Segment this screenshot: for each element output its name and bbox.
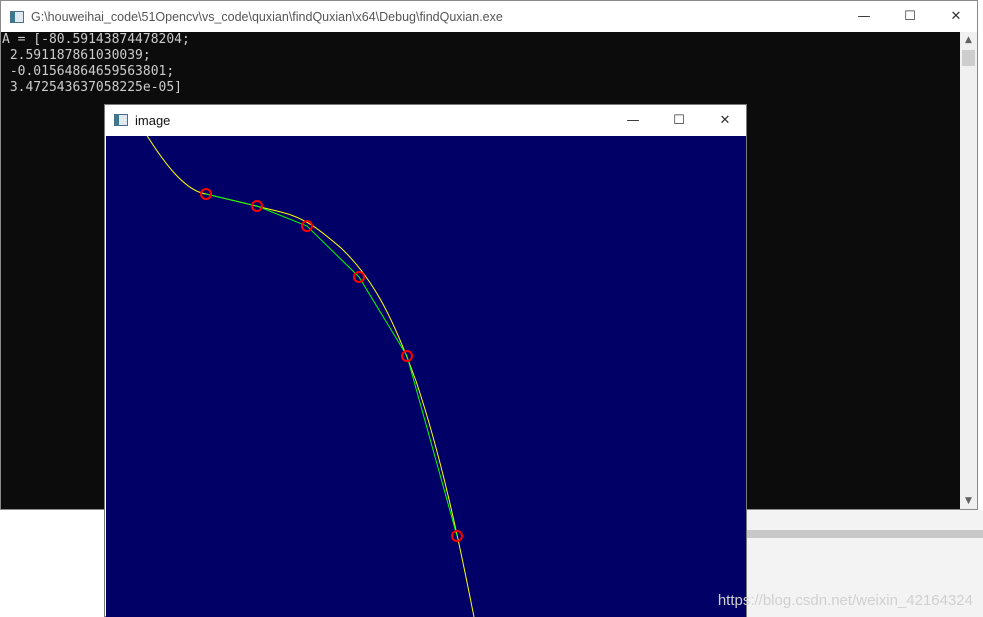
console-minimize-button[interactable]: — <box>841 1 887 32</box>
image-close-button[interactable]: ✕ <box>702 105 748 136</box>
console-line: 2.591187861030039; <box>2 48 151 63</box>
image-app-icon <box>114 114 128 126</box>
minimize-icon: — <box>857 9 871 24</box>
console-titlebar[interactable]: G:\houweihai_code\51Opencv\vs_code\quxia… <box>1 1 977 32</box>
image-window[interactable]: image — ☐ ✕ <box>104 104 747 617</box>
scroll-down-icon[interactable]: ▼ <box>960 493 977 509</box>
console-close-button[interactable]: ✕ <box>933 1 979 32</box>
console-line: A = [-80.59143874478204; <box>2 32 190 47</box>
maximize-icon: ☐ <box>904 9 916 24</box>
watermark: https://blog.csdn.net/weixin_42164324 <box>717 592 973 609</box>
image-title: image <box>135 112 171 128</box>
console-title: G:\houweihai_code\51Opencv\vs_code\quxia… <box>31 9 503 24</box>
console-scrollbar[interactable]: ▲ ▼ <box>960 32 977 509</box>
scroll-thumb[interactable] <box>962 50 975 66</box>
background-window-bar <box>745 530 983 538</box>
console-line: -0.01564864659563801; <box>2 64 175 79</box>
image-minimize-button[interactable]: — <box>610 105 656 136</box>
data-points <box>200 188 463 542</box>
console-maximize-button[interactable]: ☐ <box>887 1 933 32</box>
fitted-curve <box>146 136 475 617</box>
image-canvas <box>106 136 746 617</box>
close-icon: ✕ <box>950 9 962 24</box>
point-polyline <box>205 193 458 537</box>
close-icon: ✕ <box>719 113 731 128</box>
curve-plot <box>146 136 475 617</box>
image-maximize-button[interactable]: ☐ <box>656 105 702 136</box>
maximize-icon: ☐ <box>673 113 685 128</box>
scroll-up-icon[interactable]: ▲ <box>960 32 977 48</box>
image-titlebar[interactable]: image — ☐ ✕ <box>105 105 746 135</box>
minimize-icon: — <box>626 113 640 128</box>
console-app-icon <box>10 10 24 23</box>
console-line: 3.472543637058225e-05] <box>2 80 183 95</box>
